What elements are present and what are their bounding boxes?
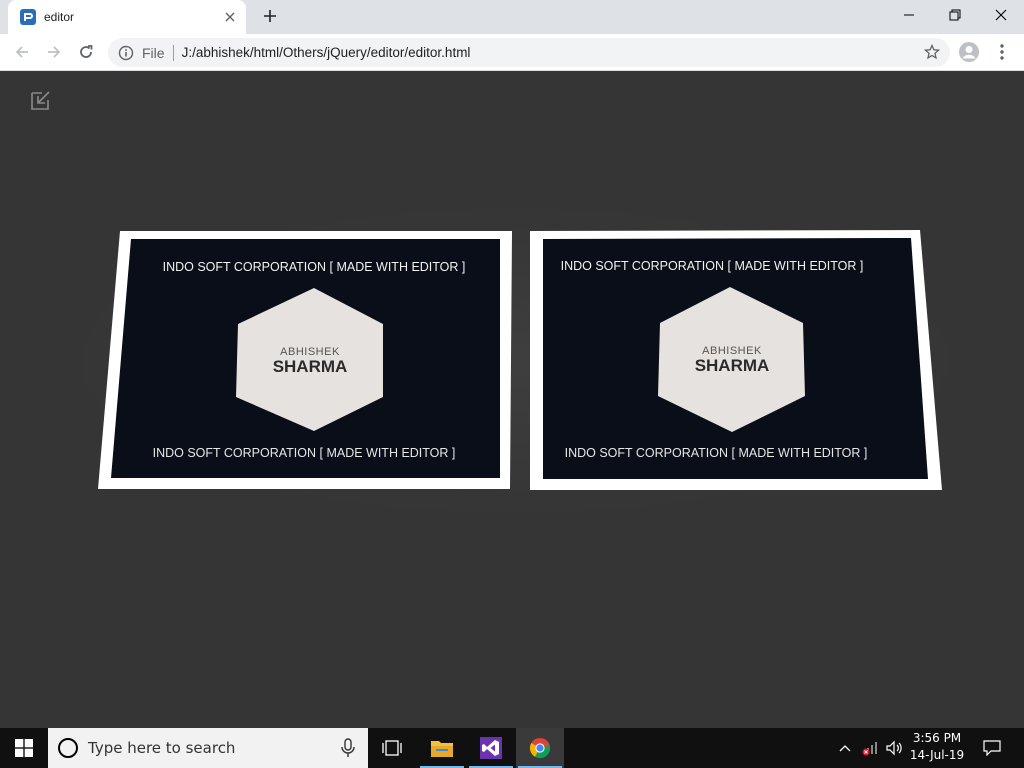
image-card-2[interactable]: INDO SOFT CORPORATION [ MADE WITH EDITOR… <box>530 230 944 492</box>
browser-toolbar: File J:/abhishek/html/Others/jQuery/edit… <box>0 34 1024 71</box>
notifications-icon[interactable] <box>978 728 1006 768</box>
browser-tab[interactable]: editor <box>8 0 246 34</box>
forward-arrow-icon[interactable] <box>42 40 66 64</box>
chevron-up-icon[interactable] <box>836 728 854 768</box>
profile-icon[interactable] <box>958 41 980 63</box>
close-window-icon[interactable] <box>978 0 1024 30</box>
exit-fullscreen-icon[interactable] <box>30 89 52 111</box>
url-scheme: File <box>142 44 165 61</box>
reload-icon[interactable] <box>74 40 98 64</box>
windows-logo-icon[interactable] <box>0 728 48 768</box>
visual-studio-icon[interactable] <box>467 728 515 768</box>
image-card-1[interactable]: INDO SOFT CORPORATION [ MADE WITH EDITOR… <box>98 231 513 491</box>
clock-time: 3:56 PM <box>912 731 962 745</box>
logo-line-2: SHARMA <box>273 357 348 376</box>
minimize-icon[interactable] <box>886 0 932 30</box>
clock-date: 14-Jul-19 <box>909 748 965 762</box>
editor-favicon <box>20 9 36 25</box>
card-bottom-caption: INDO SOFT CORPORATION [ MADE WITH EDITOR… <box>153 446 456 460</box>
system-clock[interactable]: 3:56 PM 14-Jul-19 <box>906 730 968 766</box>
logo-line-2: SHARMA <box>695 356 770 375</box>
url-text[interactable]: J:/abhishek/html/Others/jQuery/editor/ed… <box>182 45 950 60</box>
search-icon <box>58 738 78 758</box>
card-top-caption: INDO SOFT CORPORATION [ MADE WITH EDITOR… <box>163 260 466 274</box>
card-bottom-caption: INDO SOFT CORPORATION [ MADE WITH EDITOR… <box>565 446 868 460</box>
taskbar: Type here to search 3:56 PM 14-Jul-19 <box>0 728 1024 768</box>
back-arrow-icon[interactable] <box>10 40 34 64</box>
tab-title: editor <box>44 10 75 24</box>
address-bar[interactable]: File J:/abhishek/html/Others/jQuery/edit… <box>108 38 950 67</box>
task-view-icon[interactable] <box>368 728 416 768</box>
menu-dots-icon[interactable] <box>995 42 1009 62</box>
network-icon[interactable] <box>858 728 882 768</box>
info-icon[interactable] <box>118 45 134 61</box>
microphone-icon[interactable] <box>340 738 356 758</box>
tab-strip: editor <box>0 0 1024 34</box>
chrome-icon[interactable] <box>516 728 564 768</box>
card-top-caption: INDO SOFT CORPORATION [ MADE WITH EDITOR… <box>561 259 864 273</box>
file-explorer-icon[interactable] <box>418 728 466 768</box>
url-separator <box>172 44 174 61</box>
volume-icon[interactable] <box>884 728 906 768</box>
restore-icon[interactable] <box>932 0 978 30</box>
star-icon[interactable] <box>924 44 940 60</box>
close-icon[interactable] <box>222 9 238 25</box>
search-placeholder: Type here to search <box>88 739 236 757</box>
editor-page: INDO SOFT CORPORATION [ MADE WITH EDITOR… <box>0 71 1024 728</box>
taskbar-search[interactable]: Type here to search <box>48 728 368 768</box>
plus-icon[interactable] <box>260 6 280 26</box>
